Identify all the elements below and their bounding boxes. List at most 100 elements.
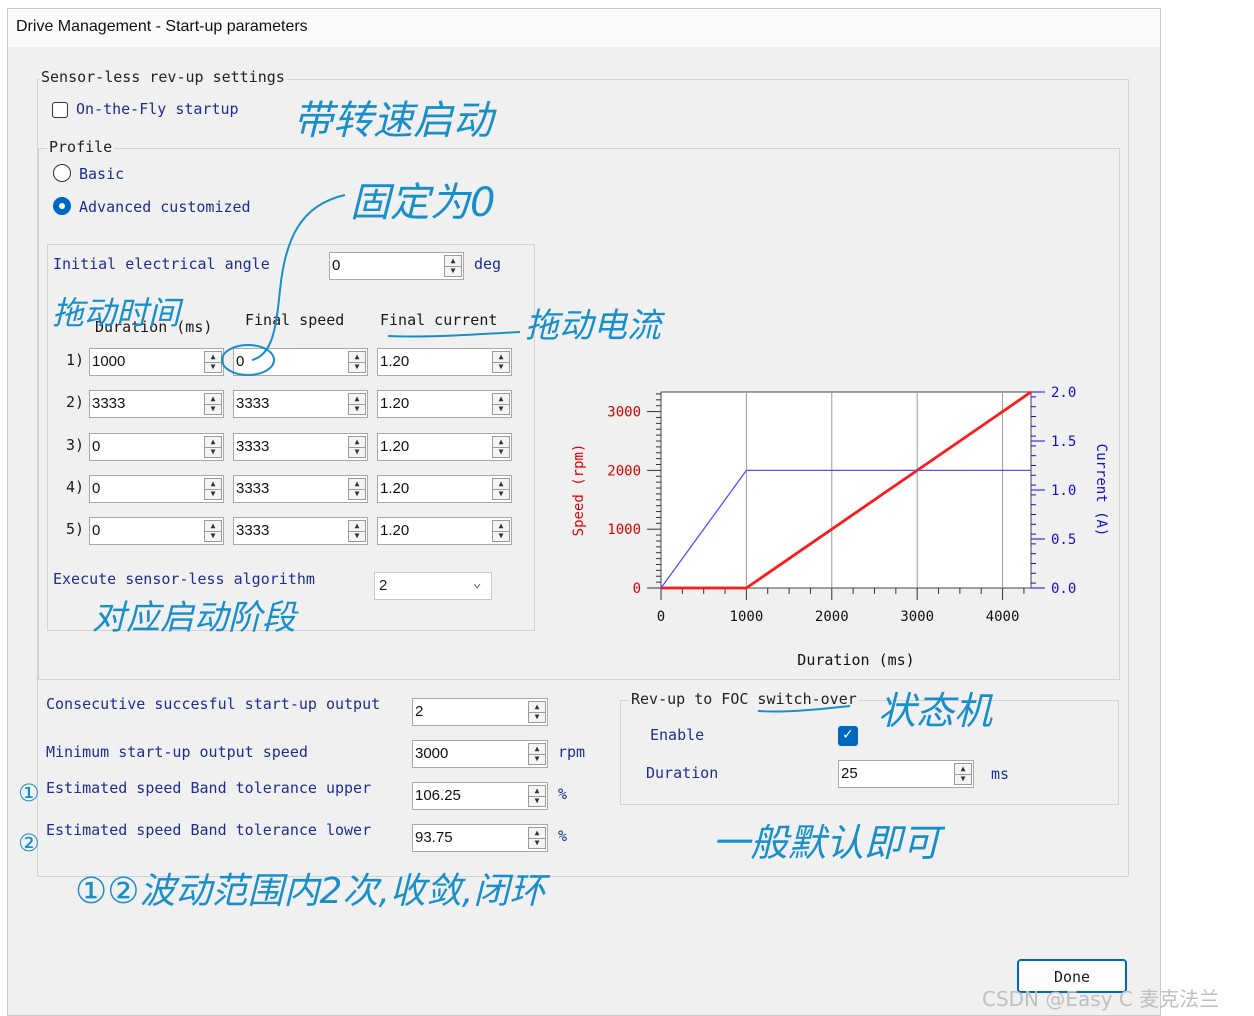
x-tick-label: 4000 [986,609,1020,625]
y2-tick-label: 0.5 [1051,532,1076,548]
row-current-stepper[interactable]: ▲ ▼ [492,520,510,543]
row-current-stepper[interactable]: ▲ ▼ [492,477,510,500]
spin-down-icon[interactable]: ▼ [493,362,509,372]
row-speed-stepper[interactable]: ▲ ▼ [348,520,366,543]
spin-down-icon[interactable]: ▼ [493,489,509,499]
spin-down-icon[interactable]: ▼ [529,838,545,848]
row-duration-stepper[interactable]: ▲ ▼ [204,520,222,543]
row-index: 1) [66,351,85,369]
spin-down-icon[interactable]: ▼ [529,754,545,764]
row-speed-stepper[interactable]: ▲ ▼ [348,477,366,500]
band-upper-spinner[interactable]: 106.25 ▲ ▼ [412,782,548,810]
header-final-current: Final current [380,311,498,329]
band-upper-label: Estimated speed Band tolerance upper [46,779,372,797]
spin-down-icon[interactable]: ▼ [205,362,221,372]
band-lower-stepper[interactable]: ▲ ▼ [528,827,546,849]
row-duration-stepper[interactable]: ▲ ▼ [204,435,222,458]
row-speed-stepper[interactable]: ▲ ▼ [348,393,366,416]
row-index: 3) [66,435,85,454]
foc-enable-checkbox[interactable]: ✓ [838,726,858,746]
row-speed-value: 0 [236,353,245,370]
row-duration-spinner[interactable]: 0 ▲ ▼ [89,432,224,461]
initial-angle-stepper[interactable]: ▲ ▼ [444,255,462,277]
row-speed-value: 3333 [236,522,270,540]
row-duration-stepper[interactable]: ▲ ▼ [204,351,222,373]
spin-down-icon[interactable]: ▼ [493,447,509,457]
row-speed-spinner[interactable]: 3333 ▲ ▼ [233,474,368,503]
row-current-stepper[interactable]: ▲ ▼ [492,393,510,416]
band-lower-spinner[interactable]: 93.75 ▲ ▼ [412,824,548,852]
row-current-stepper[interactable]: ▲ ▼ [492,435,510,458]
profile-group-title: Profile [47,138,115,156]
min-speed-stepper[interactable]: ▲ ▼ [528,743,546,765]
spin-down-icon[interactable]: ▼ [349,447,365,457]
annotation-stage: 对应启动阶段 [92,598,296,638]
row-duration-spinner[interactable]: 3333 ▲ ▼ [89,390,224,419]
row-duration-spinner[interactable]: 1000 ▲ ▼ [89,348,224,376]
row-duration-value: 1000 [92,353,126,370]
row-speed-spinner[interactable]: 0 ▲ ▼ [233,348,368,376]
row-current-stepper[interactable]: ▲ ▼ [492,351,510,373]
row-speed-spinner[interactable]: 3333 ▲ ▼ [233,517,368,546]
foc-duration-stepper[interactable]: ▲ ▼ [954,763,972,785]
y-tick-label: 2000 [607,463,641,479]
on-the-fly-checkbox[interactable] [52,102,68,118]
row-current-value: 1.20 [380,437,410,455]
spin-down-icon[interactable]: ▼ [493,404,509,414]
execute-combo-value: 2 [379,577,388,594]
row-duration-stepper[interactable]: ▲ ▼ [204,393,222,416]
band-upper-stepper[interactable]: ▲ ▼ [528,785,546,807]
row-current-spinner[interactable]: 1.20 ▲ ▼ [377,432,512,461]
spin-down-icon[interactable]: ▼ [205,447,221,457]
spin-down-icon[interactable]: ▼ [205,404,221,414]
band-lower-label: Estimated speed Band tolerance lower [46,821,372,839]
row-current-value: 1.20 [380,353,410,370]
annotation-fixed-zero: 固定为0 [350,180,496,226]
initial-angle-unit: deg [474,255,502,273]
title-bar: Drive Management - Start-up parameters [8,9,1160,47]
annotation-circle-2: ② [18,829,40,857]
foc-enable-label: Enable [650,726,705,744]
spin-down-icon[interactable]: ▼ [955,774,971,784]
execute-label: Execute sensor-less algorithm [53,570,315,588]
profile-advanced-radio[interactable] [53,197,71,215]
spin-down-icon[interactable]: ▼ [529,712,545,722]
foc-duration-spinner[interactable]: 25 ▲ ▼ [838,760,974,788]
row-speed-spinner[interactable]: 3333 ▲ ▼ [233,390,368,419]
spin-down-icon[interactable]: ▼ [529,796,545,806]
check-icon: ✓ [842,727,854,743]
row-speed-stepper[interactable]: ▲ ▼ [348,435,366,458]
row-current-spinner[interactable]: 1.20 ▲ ▼ [377,517,512,546]
foc-group-title: Rev-up to FOC switch-over [629,690,859,708]
profile-basic-radio[interactable] [53,164,71,182]
execute-combo[interactable]: 2 ⌄ [374,572,492,600]
row-duration-stepper[interactable]: ▲ ▼ [204,477,222,500]
consecutive-spinner[interactable]: 2 ▲ ▼ [412,698,548,726]
row-speed-spinner[interactable]: 3333 ▲ ▼ [233,432,368,461]
initial-angle-spinner[interactable]: 0 ▲ ▼ [329,252,464,280]
row-duration-spinner[interactable]: 0 ▲ ▼ [89,517,224,546]
spin-down-icon[interactable]: ▼ [349,489,365,499]
spin-down-icon[interactable]: ▼ [445,266,461,276]
spin-down-icon[interactable]: ▼ [349,362,365,372]
initial-angle-value: 0 [332,257,341,274]
annotation-bottom: ①②波动范围内2次,收敛,闭环 [75,871,546,912]
y2-tick-label: 1.0 [1051,483,1076,499]
foc-duration-unit: ms [991,765,1010,783]
spin-down-icon[interactable]: ▼ [349,531,365,541]
row-current-spinner[interactable]: 1.20 ▲ ▼ [377,390,512,419]
spin-down-icon[interactable]: ▼ [349,404,365,414]
min-speed-spinner[interactable]: 3000 ▲ ▼ [412,740,548,768]
spin-down-icon[interactable]: ▼ [493,531,509,541]
consecutive-label: Consecutive succesful start-up output [46,695,381,713]
row-speed-stepper[interactable]: ▲ ▼ [348,351,366,373]
y-axis-label: Speed (rpm) [571,444,587,537]
row-duration-spinner[interactable]: 0 ▲ ▼ [89,474,224,503]
consecutive-stepper[interactable]: ▲ ▼ [528,701,546,723]
row-current-spinner[interactable]: 1.20 ▲ ▼ [377,474,512,503]
chevron-down-icon[interactable]: ⌄ [473,575,481,591]
watermark: CSDN @Easy C 麦克法兰 [982,987,1220,1011]
spin-down-icon[interactable]: ▼ [205,489,221,499]
row-current-spinner[interactable]: 1.20 ▲ ▼ [377,348,512,376]
spin-down-icon[interactable]: ▼ [205,531,221,541]
